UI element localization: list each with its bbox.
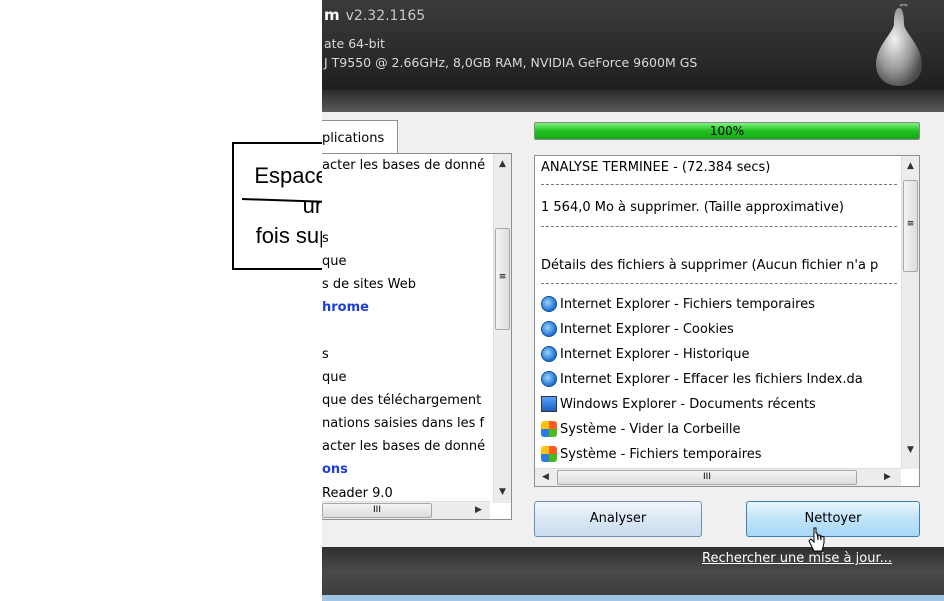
result-item: Internet Explorer - Effacer les fichiers… [541, 371, 863, 387]
grip-icon: ≡ [498, 272, 507, 282]
mouse-cursor-icon [808, 527, 825, 552]
grip-icon: ≡ [906, 219, 915, 229]
internet-explorer-icon [541, 321, 557, 337]
tab-applications[interactable]: plications [322, 120, 398, 154]
app-title: m v2.32.1165 [324, 6, 425, 24]
scroll-down-icon[interactable]: ▼ [902, 442, 919, 459]
windows-explorer-icon [541, 396, 557, 412]
list-item[interactable]: s [322, 347, 490, 369]
list-item[interactable]: nations saisies dans les f [322, 416, 490, 438]
result-item: Système - Vider la Corbeille [541, 421, 741, 437]
analysis-status: ANALYSE TERMINEE - (72.384 secs) [541, 160, 771, 175]
list-item[interactable]: que [322, 254, 490, 276]
result-item-label: Internet Explorer - Historique [560, 346, 750, 362]
hardware-info: J T9550 @ 2.66GHz, 8,0GB RAM, NVIDIA GeF… [324, 55, 698, 70]
cleaner-options-list: acter les bases de donné s que s de site… [322, 153, 512, 520]
scroll-right-icon[interactable]: ▶ [470, 502, 487, 519]
analysis-results-panel: ANALYSE TERMINEE - (72.384 secs) 1 564,0… [534, 155, 920, 487]
windows-system-icon [541, 446, 557, 462]
list-item[interactable]: s de sites Web [322, 277, 490, 299]
tab-applications-label: plications [322, 131, 385, 146]
scroll-right-icon[interactable]: ▶ [879, 469, 896, 486]
list-item[interactable]: que des téléchargement [322, 393, 490, 415]
os-info: ate 64-bit [324, 36, 385, 51]
list-item[interactable]: que [322, 370, 490, 392]
status-strip: Rechercher une mise à jour... [322, 547, 944, 572]
result-item: Internet Explorer - Historique [541, 346, 750, 362]
windows-system-icon [541, 421, 557, 437]
scroll-thumb[interactable]: III [557, 470, 857, 485]
pear-logo-icon [876, 4, 922, 86]
scroll-left-icon[interactable]: ◀ [537, 469, 554, 486]
list-section-header: hrome [322, 300, 369, 315]
clean-button[interactable]: Nettoyer [746, 501, 920, 537]
scroll-thumb[interactable]: ≡ [495, 228, 510, 330]
result-item: Système - Fichiers temporaires [541, 446, 762, 462]
list-item[interactable]: s [322, 231, 490, 253]
footer [322, 572, 944, 601]
result-item-label: Windows Explorer - Documents récents [560, 396, 816, 412]
scroll-up-icon[interactable]: ▲ [902, 158, 919, 175]
app-version: v2.32.1165 [345, 8, 426, 24]
result-item-label: Internet Explorer - Cookies [560, 321, 734, 337]
internet-explorer-icon [541, 371, 557, 387]
scroll-thumb[interactable]: ≡ [903, 180, 918, 272]
list-item[interactable] [322, 180, 490, 202]
result-item: Internet Explorer - Fichiers temporaires [541, 296, 815, 312]
result-item: Internet Explorer - Cookies [541, 321, 734, 337]
left-horizontal-scrollbar[interactable]: III ▶ [322, 501, 490, 519]
list-section-header: ons [322, 462, 348, 477]
ccleaner-window: m v2.32.1165 ate 64-bit J T9550 @ 2.66GHz… [322, 0, 944, 601]
main-area: plications acter les bases de donné s qu… [322, 112, 944, 572]
details-header: Détails des fichiers à supprimer (Aucun … [541, 258, 879, 273]
results-vertical-scrollbar[interactable]: ▲ ≡ ▼ [901, 156, 919, 469]
result-item-label: Système - Vider la Corbeille [560, 421, 741, 437]
internet-explorer-icon [541, 296, 557, 312]
left-vertical-scrollbar[interactable]: ▲ ≡ ▼ [493, 154, 511, 503]
scroll-thumb[interactable]: III [322, 503, 432, 518]
analysis-progress-bar: 100% [534, 122, 920, 140]
list-item[interactable]: acter les bases de donné [322, 439, 490, 461]
result-item-label: Internet Explorer - Fichiers temporaires [560, 296, 815, 312]
list-item[interactable] [322, 323, 490, 345]
analyze-button[interactable]: Analyser [534, 501, 702, 537]
check-update-link[interactable]: Rechercher une mise à jour... [702, 551, 892, 566]
scroll-down-icon[interactable]: ▼ [494, 484, 511, 501]
app-header: m v2.32.1165 ate 64-bit J T9550 @ 2.66GHz… [322, 0, 944, 112]
result-item-label: Internet Explorer - Effacer les fichiers… [560, 371, 863, 387]
internet-explorer-icon [541, 346, 557, 362]
app-name: m [324, 6, 340, 24]
size-to-delete: 1 564,0 Mo à supprimer. (Taille approxim… [541, 200, 844, 215]
scroll-up-icon[interactable]: ▲ [494, 156, 511, 173]
list-item[interactable]: acter les bases de donné [322, 158, 490, 180]
results-horizontal-scrollbar[interactable]: ◀ III ▶ [535, 468, 901, 486]
progress-label: 100% [709, 124, 745, 138]
result-item: Windows Explorer - Documents récents [541, 396, 816, 412]
result-item-label: Système - Fichiers temporaires [560, 446, 762, 462]
